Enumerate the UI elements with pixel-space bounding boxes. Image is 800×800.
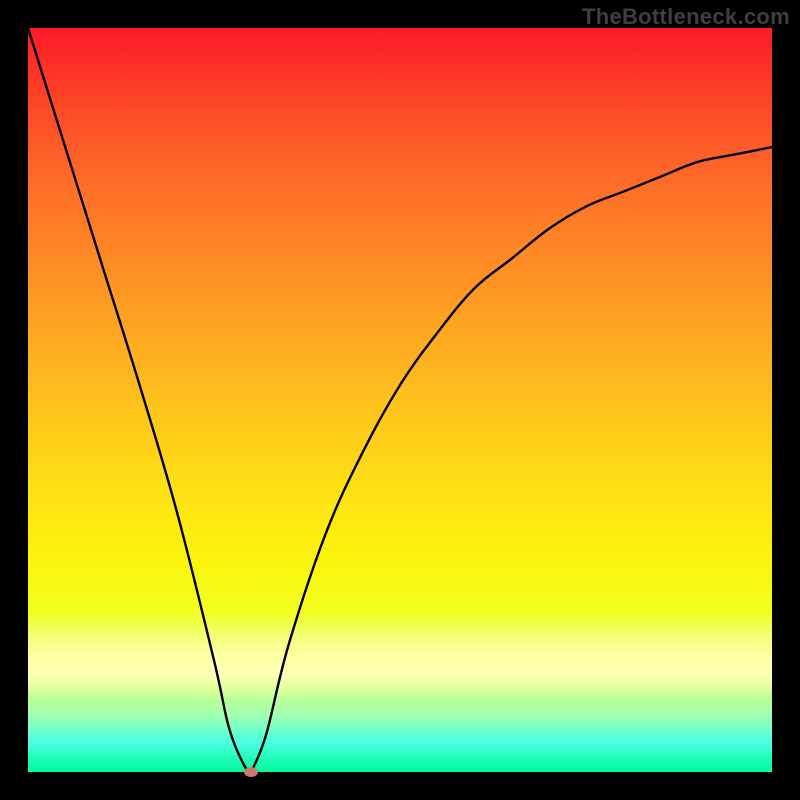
curve-svg — [28, 28, 772, 772]
curve-right-branch — [251, 147, 772, 772]
minimum-marker — [244, 767, 258, 777]
curve-left-branch — [28, 28, 251, 772]
watermark-text: TheBottleneck.com — [582, 4, 790, 30]
plot-area — [28, 28, 772, 772]
chart-frame: TheBottleneck.com — [0, 0, 800, 800]
